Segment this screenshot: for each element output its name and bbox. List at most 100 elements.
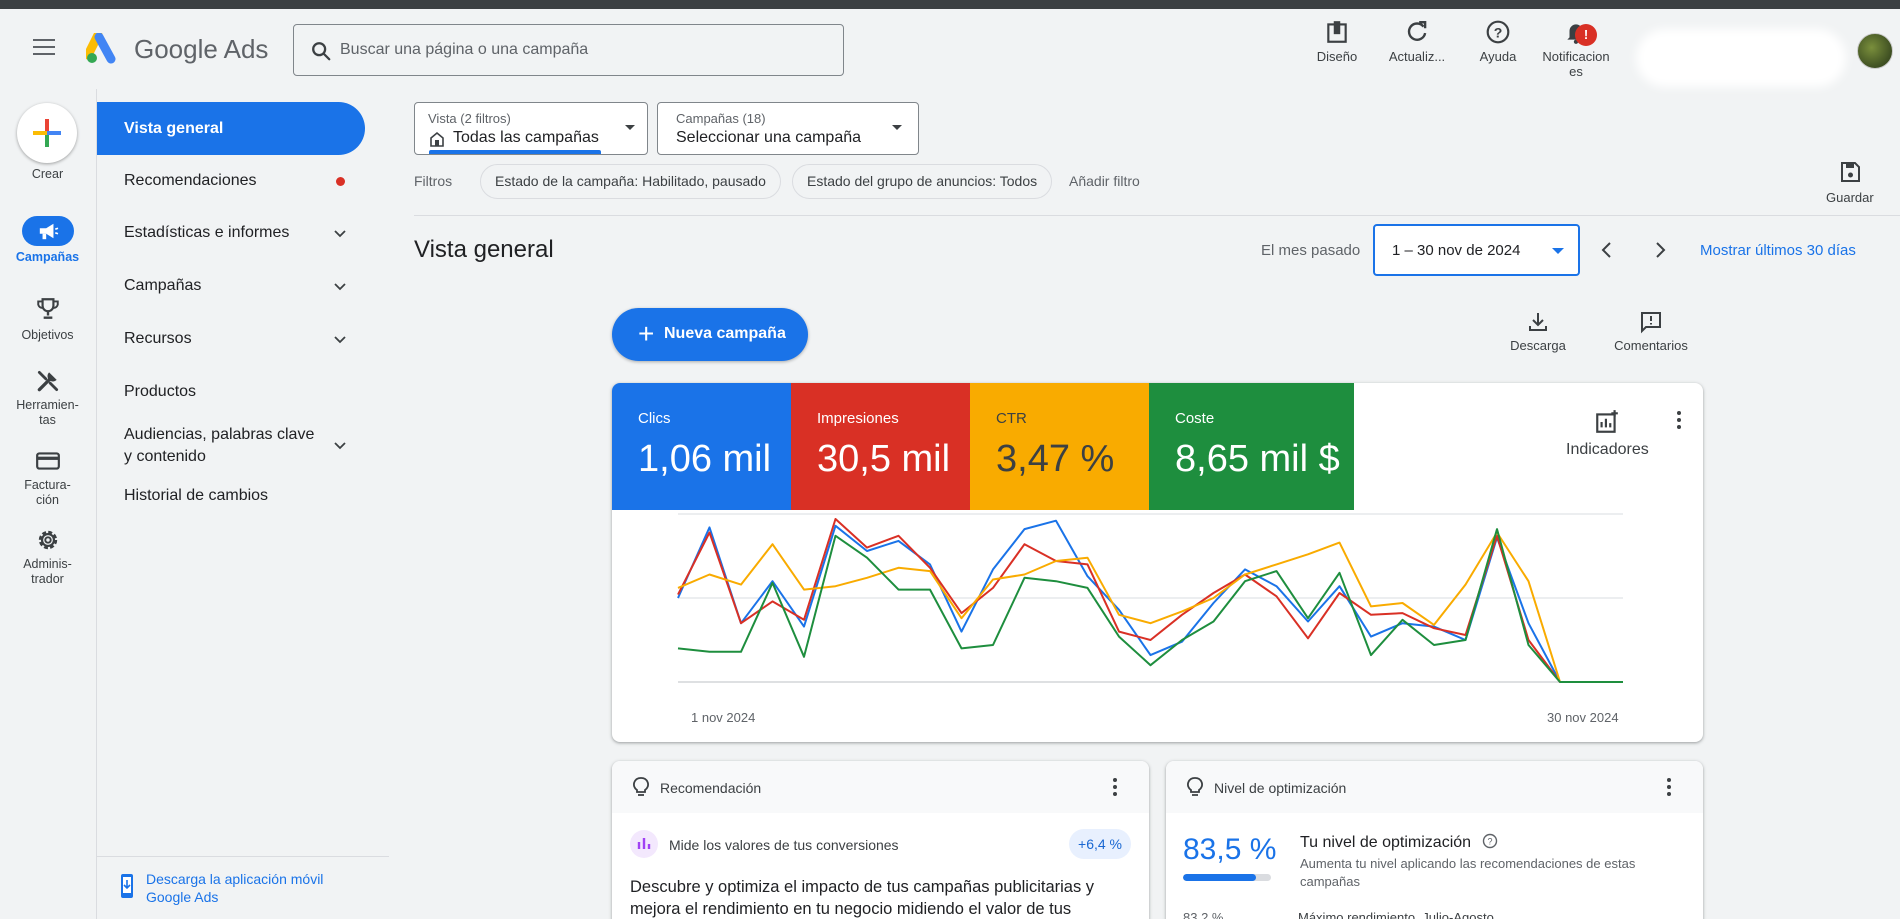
nav-item-label: Recursos [124, 330, 192, 347]
create-button[interactable] [17, 103, 77, 163]
notification-dot [336, 177, 345, 186]
filter-chip-adgroup-status[interactable]: Estado del grupo de anuncios: Todos [792, 164, 1053, 199]
metric-ctr[interactable]: CTR 3,47 % [970, 383, 1149, 510]
new-campaign-label: Nueva campaña [664, 325, 786, 342]
optimization-progress-bar [1183, 874, 1271, 881]
avatar[interactable] [1857, 33, 1893, 69]
rail-tools[interactable]: Herramien- tas [0, 368, 95, 428]
optimization-progress-fill [1183, 874, 1257, 881]
metric-value: 8,65 mil $ [1175, 438, 1340, 480]
more-options-icon[interactable] [1667, 408, 1691, 432]
design-icon [1327, 21, 1347, 43]
metric-value: 1,06 mil [638, 438, 772, 480]
indicators-label: Indicadores [1566, 441, 1649, 458]
nav-item-recommendations[interactable]: Recomendaciones [97, 172, 365, 190]
svg-text:?: ? [1487, 837, 1492, 847]
rail-admin-label-line1: Adminis- [23, 557, 72, 571]
active-indicator [429, 150, 601, 154]
notification-badge: ! [1575, 24, 1597, 46]
campaign-name[interactable]: Máximo rendimiento_Julio-Agosto [1298, 910, 1494, 919]
optimization-card-title: Nivel de optimización [1214, 780, 1347, 796]
date-range-value: 1 – 30 nov de 2024 [1392, 242, 1521, 259]
refresh-button[interactable]: Actualiz... [1385, 19, 1449, 64]
browser-top-strip [0, 0, 1900, 9]
optimization-title-text: Tu nivel de optimización [1300, 834, 1472, 851]
show-last-30-days-link[interactable]: Mostrar últimos 30 días [1700, 242, 1856, 259]
search-box[interactable] [293, 24, 844, 76]
menu-icon[interactable] [33, 39, 55, 57]
nav-item-campaigns[interactable]: Campañas [97, 277, 365, 295]
nav-item-change-history[interactable]: Historial de cambios [97, 487, 365, 505]
rail-billing[interactable]: Factura- ción [0, 448, 95, 508]
series-line-clics [677, 519, 1623, 683]
optimization-score: 83,5 % [1183, 833, 1277, 866]
google-ads-logo-icon [86, 33, 116, 64]
nav-item-label: Recomendaciones [124, 172, 257, 189]
plus-icon [33, 119, 61, 147]
more-options-icon[interactable] [1657, 775, 1681, 799]
megaphone-icon [21, 216, 74, 246]
metric-cost[interactable]: Coste 8,65 mil $ [1149, 383, 1354, 510]
rail-tools-label-line2: tas [39, 413, 56, 427]
nav-item-products[interactable]: Productos [97, 383, 365, 401]
notifications-label-line1: Notificacion [1542, 49, 1610, 64]
optimization-description: Aumenta tu nivel aplicando las recomenda… [1300, 856, 1636, 889]
lightbulb-icon [1187, 777, 1203, 796]
chevron-right-icon[interactable] [1648, 238, 1672, 262]
metric-impressions[interactable]: Impresiones 30,5 mil [791, 383, 970, 510]
nav-item-audiences[interactable]: Audiencias, palabras clave y contenido [97, 424, 365, 468]
help-label: Ayuda [1479, 49, 1517, 64]
plus-icon: + [638, 318, 655, 349]
refresh-icon [1407, 21, 1427, 41]
recommendation-body: Descubre y optimiza el impacto de tus ca… [630, 878, 1095, 918]
optimization-card: Nivel de optimización 83,5 % Tu nivel de… [1166, 761, 1703, 919]
filter-chip-campaign-status[interactable]: Estado de la campaña: Habilitado, pausad… [480, 164, 781, 199]
recommendation-subtitle: Mide los valores de tus conversiones [669, 837, 899, 853]
svg-text:?: ? [1494, 24, 1503, 40]
view-selector[interactable]: Vista (2 filtros) Todas las campañas [414, 102, 648, 155]
metric-label: CTR [996, 410, 1027, 427]
comments-button[interactable]: Comentarios [1606, 310, 1696, 353]
download-label: Descarga [1510, 338, 1566, 353]
search-input[interactable] [340, 35, 820, 65]
recommendation-uplift-badge: +6,4 % [1069, 829, 1131, 859]
mobile-phone-icon [121, 874, 133, 898]
more-options-icon[interactable] [1103, 775, 1127, 799]
filters-label: Filtros [414, 173, 453, 189]
lightbulb-icon [633, 777, 649, 796]
notifications-button[interactable]: ! Notificacion es [1536, 19, 1616, 79]
nav-item-statistics[interactable]: Estadísticas e informes [97, 224, 365, 242]
rail-goals[interactable]: Objetivos [0, 296, 95, 342]
design-button[interactable]: Diseño [1313, 19, 1361, 64]
chevron-left-icon[interactable] [1595, 238, 1619, 262]
campaign-selector[interactable]: Campañas (18) Seleccionar una campaña [657, 102, 919, 155]
download-button[interactable]: Descarga [1502, 310, 1574, 353]
new-campaign-button[interactable]: + Nueva campaña [612, 308, 808, 361]
nav-item-label-line2: y contenido [124, 448, 206, 465]
help-button[interactable]: ? Ayuda [1475, 19, 1521, 64]
app-download-link[interactable]: Descarga la aplicación móvil Google Ads [146, 870, 323, 906]
add-filter-button[interactable]: Añadir filtro [1069, 173, 1140, 189]
dropdown-arrow-icon [892, 125, 902, 130]
rail-tools-label-line1: Herramien- [16, 398, 79, 412]
rail-admin-label-line2: trador [31, 572, 64, 586]
notifications-label-line2: es [1569, 64, 1583, 79]
rail-campaigns[interactable]: Campañas [0, 216, 95, 264]
nav-item-overview[interactable]: Vista general [97, 102, 365, 155]
add-chart-icon [1596, 410, 1619, 433]
rail-billing-label-line1: Factura- [24, 478, 71, 492]
nav-item-assets[interactable]: Recursos [97, 330, 365, 348]
feedback-icon [1641, 312, 1661, 334]
optimization-card-header: Nivel de optimización [1166, 761, 1703, 813]
indicators-button[interactable]: Indicadores [1566, 409, 1649, 459]
help-icon[interactable]: ? [1482, 833, 1498, 849]
search-icon [312, 42, 331, 61]
series-line-coste [677, 528, 1623, 683]
series-line-ctr [677, 531, 1623, 683]
metric-clicks[interactable]: Clics 1,06 mil [612, 383, 791, 510]
date-range-selector[interactable]: 1 – 30 nov de 2024 [1373, 224, 1580, 276]
rail-admin[interactable]: Adminis- trador [0, 527, 95, 587]
metric-value: 30,5 mil [817, 438, 951, 480]
save-button[interactable]: Guardar [1826, 160, 1874, 205]
tools-icon [37, 370, 58, 392]
